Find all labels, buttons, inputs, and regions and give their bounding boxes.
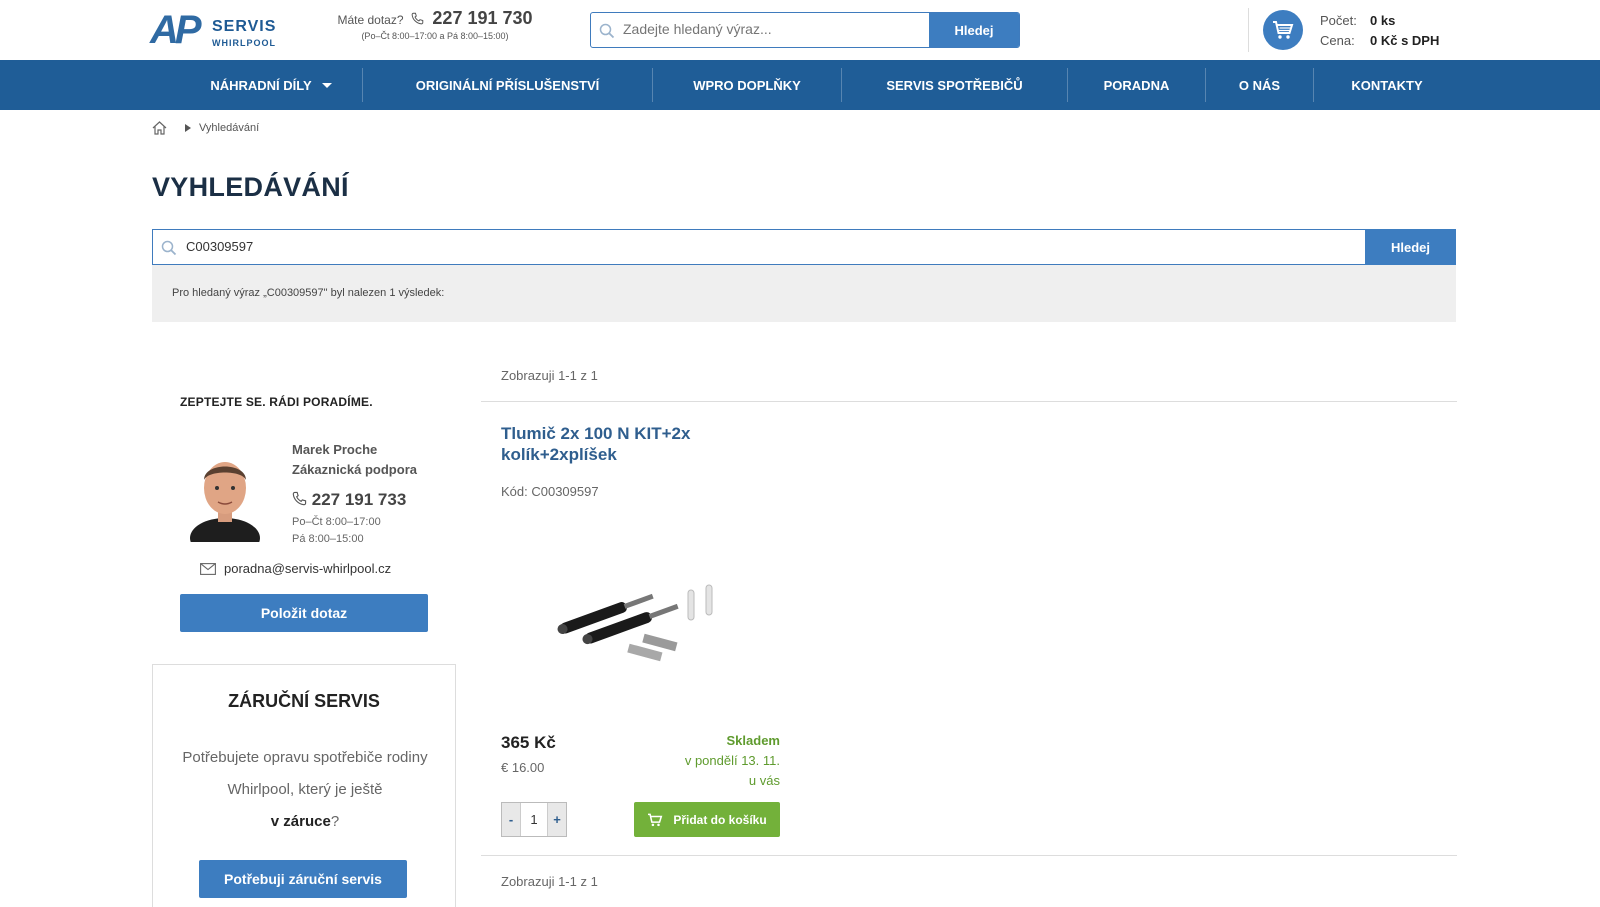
nav-item-label: SERVIS SPOTŘEBIČŮ — [886, 77, 1023, 93]
warranty-service-button[interactable]: Potřebuji záruční servis — [199, 860, 407, 898]
header-search-input[interactable] — [623, 21, 923, 37]
delivery-date: v pondělí 13. 11. — [684, 753, 780, 768]
logo-servis-text: SERVIS — [212, 18, 277, 35]
add-to-cart-button[interactable]: Přidat do košíku — [634, 802, 780, 837]
nav-item-label: PORADNA — [1103, 77, 1170, 93]
pagination-info-bottom: Zobrazuji 1-1 z 1 — [501, 874, 598, 889]
phone-icon — [292, 491, 307, 506]
nav-item-label: WPRO DOPLŇKY — [693, 77, 801, 93]
delivery-note: u vás — [748, 773, 780, 788]
logo-whirlpool-text: WHIRLPOOL — [212, 38, 276, 48]
nav-item-wpro-doplnky[interactable]: WPRO DOPLŇKY — [653, 60, 841, 110]
quantity-plus-button[interactable]: + — [548, 803, 566, 836]
nav-item-label: NÁHRADNÍ DÍLY — [210, 77, 312, 93]
main-search-input[interactable]: C00309597 — [186, 239, 253, 254]
stock-status: Skladem — [726, 733, 780, 748]
site-logo[interactable]: AP SERVIS WHIRLPOOL — [150, 8, 280, 52]
support-hours-friday: Pá 8:00–15:00 — [292, 533, 364, 545]
nav-item-nahradni-dily[interactable]: NÁHRADNÍ DÍLY — [180, 60, 362, 110]
search-icon — [161, 240, 177, 256]
warranty-text-bold: v záruce — [270, 813, 331, 830]
page-title: VYHLEDÁVÁNÍ — [152, 172, 349, 202]
warranty-text-end: ? — [330, 813, 340, 830]
support-phone[interactable]: 227 191 733 — [292, 490, 406, 510]
quantity-input[interactable]: 1 — [520, 803, 548, 836]
pagination-info-top: Zobrazuji 1-1 z 1 — [501, 368, 598, 383]
support-hours: Po–Čt 8:00–17:00 Pá 8:00–15:00 — [292, 514, 381, 548]
header-divider — [1248, 8, 1249, 52]
main-nav: NÁHRADNÍ DÍLY ORIGINÁLNÍ PŘÍSLUŠENSTVÍ W… — [0, 60, 1600, 110]
search-result-text: Pro hledaný výraz „C00309597" byl naleze… — [172, 287, 445, 299]
header-search-button[interactable]: Hledej — [929, 13, 1019, 47]
warranty-title: ZÁRUČNÍ SERVIS — [228, 691, 380, 711]
cart-icon — [648, 813, 663, 826]
search-result-summary: Pro hledaný výraz „C00309597" byl naleze… — [152, 265, 1456, 322]
support-person-role: Zákaznická podpora — [292, 462, 417, 477]
header-contact: Máte dotaz? 227 191 730 (Po–Čt 8:00–17:0… — [335, 8, 535, 41]
product-image[interactable] — [548, 560, 728, 670]
logo-ap-mark: AP — [150, 8, 202, 52]
support-person-name: Marek Proche — [292, 442, 378, 457]
support-person: Marek Proche Zákaznická podpora — [292, 440, 417, 480]
results-divider-bottom — [481, 855, 1457, 856]
ask-title: ZEPTEJTE SE. RÁDI PORADÍME. — [180, 395, 373, 409]
product-title[interactable]: Tlumič 2x 100 N KIT+2x kolík+2xplíšek — [501, 423, 731, 465]
warranty-box: ZÁRUČNÍ SERVIS Potřebujete opravu spotře… — [152, 664, 456, 907]
site-header: AP SERVIS WHIRLPOOL Máte dotaz? 227 191 … — [0, 0, 1600, 60]
header-hours: (Po–Čt 8:00–17:00 a Pá 8:00–15:00) — [361, 31, 509, 41]
add-to-cart-label: Přidat do košíku — [673, 812, 767, 827]
nav-item-kontakty[interactable]: KONTAKTY — [1314, 60, 1460, 110]
ask-question-button[interactable]: Položit dotaz — [180, 594, 428, 632]
quantity-minus-button[interactable]: - — [502, 803, 520, 836]
breadcrumb-current: Vyhledávání — [199, 122, 260, 134]
nav-item-o-nas[interactable]: O NÁS — [1206, 60, 1313, 110]
cart-icon — [1273, 21, 1294, 39]
warranty-text: Potřebujete opravu spotřebiče rodiny Whi… — [173, 742, 437, 838]
support-email-address: poradna@servis-whirlpool.cz — [224, 561, 392, 576]
nav-item-label: ORIGINÁLNÍ PŘÍSLUŠENSTVÍ — [415, 77, 600, 93]
caret-down-icon — [321, 82, 332, 88]
support-hours-weekdays: Po–Čt 8:00–17:00 — [292, 516, 381, 528]
cart-summary[interactable]: Počet: 0 ks Cena: 0 Kč s DPH — [1320, 11, 1439, 51]
cart-button[interactable] — [1263, 10, 1303, 50]
nav-item-originalni-prislusenstvi[interactable]: ORIGINÁLNÍ PŘÍSLUŠENSTVÍ — [363, 60, 652, 110]
support-email[interactable]: poradna@servis-whirlpool.cz — [200, 561, 391, 576]
cart-count-label: Počet: — [1320, 13, 1357, 28]
nav-item-label: KONTAKTY — [1351, 77, 1423, 93]
product-price: 365 Kč — [501, 733, 556, 752]
warranty-text-main: Potřebujete opravu spotřebiče rodiny Whi… — [182, 749, 428, 798]
quantity-stepper: - 1 + — [501, 802, 567, 837]
product-code: Kód: C00309597 — [501, 484, 599, 499]
support-avatar — [190, 462, 260, 542]
home-icon[interactable] — [152, 121, 167, 135]
product-price-eur: € 16.00 — [501, 760, 545, 775]
phone-icon — [411, 12, 424, 25]
contact-question: Máte dotaz? — [337, 13, 404, 27]
main-search-button[interactable]: Hledej — [1365, 229, 1456, 265]
breadcrumb: Vyhledávání — [152, 121, 259, 135]
main-search: C00309597 Hledej — [152, 229, 1456, 265]
nav-item-servis-spotrebicu[interactable]: SERVIS SPOTŘEBIČŮ — [842, 60, 1067, 110]
cart-count-value: 0 ks — [1370, 13, 1396, 28]
breadcrumb-separator-icon — [185, 124, 191, 132]
search-icon — [599, 23, 615, 39]
nav-item-poradna[interactable]: PORADNA — [1068, 60, 1205, 110]
nav-item-label: O NÁS — [1238, 77, 1281, 93]
results-divider-top — [481, 401, 1457, 402]
header-phone[interactable]: 227 191 730 — [432, 8, 532, 28]
cart-price-label: Cena: — [1320, 33, 1355, 48]
envelope-icon — [200, 562, 216, 575]
support-phone-number: 227 191 733 — [311, 490, 407, 509]
header-search: Hledej — [590, 12, 1020, 48]
cart-price-value: 0 Kč s DPH — [1370, 33, 1440, 48]
